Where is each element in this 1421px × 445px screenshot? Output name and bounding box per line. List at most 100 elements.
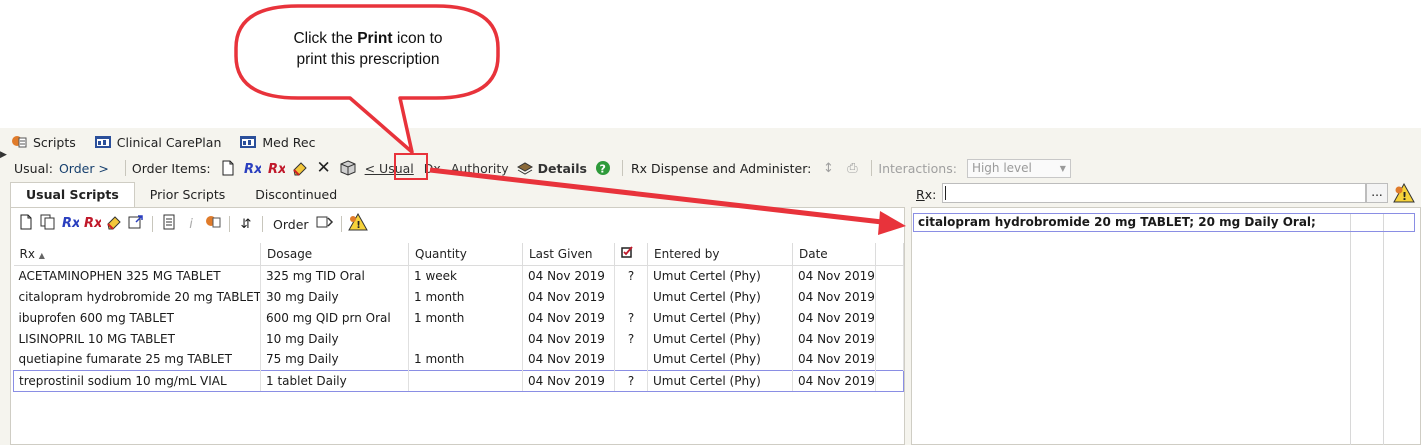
rx-blue-icon[interactable]: Rx [60, 214, 81, 234]
eraser-icon[interactable] [289, 158, 311, 178]
cell-flag: ? [614, 328, 648, 349]
rx-red-icon[interactable]: Rx [82, 214, 103, 234]
info-icon[interactable]: i [181, 217, 201, 232]
rx-blue-icon[interactable]: Rx [241, 158, 263, 178]
svg-text:?: ? [599, 163, 605, 176]
interaction-warning-icon[interactable]: ! [1393, 182, 1417, 205]
table-row[interactable]: ACETAMINOPHEN 325 MG TABLET 325 mg TID Or… [13, 265, 904, 286]
col-last-given[interactable]: Last Given [522, 243, 615, 266]
svg-text:!: ! [1402, 190, 1407, 203]
rx-label: Rx: [916, 187, 937, 202]
cell-last-given: 04 Nov 2019 [522, 265, 615, 286]
toolbar-divider [871, 160, 873, 176]
cell-flag: ? [614, 307, 648, 328]
cell-rx: LISINOPRIL 10 MG TABLET [13, 328, 261, 349]
dispense-icon[interactable]: ↕ [817, 158, 839, 178]
tab-medrec-label: Med Rec [262, 134, 316, 150]
copy-icon[interactable] [38, 214, 58, 234]
toolbar-divider [229, 216, 230, 232]
order-items-label: Order Items: [131, 160, 211, 176]
col-quantity[interactable]: Quantity [408, 243, 523, 266]
cell-filler [875, 286, 904, 307]
cell-entered-by: Umut Certel (Phy) [647, 369, 793, 392]
delete-icon[interactable]: ✕ [313, 158, 335, 178]
cell-date: 04 Nov 2019 [792, 265, 876, 286]
cell-quantity [408, 328, 523, 349]
tab-discontinued[interactable]: Discontinued [240, 183, 352, 207]
col-entered-by[interactable]: Entered by [647, 243, 793, 266]
toolbar-divider [262, 216, 263, 232]
interactions-label: Interactions: [878, 160, 957, 176]
scripts-subtabs: Usual Scripts Prior Scripts Discontinued [10, 181, 352, 207]
table-row[interactable]: ibuprofen 600 mg TABLET 600 mg QID prn Or… [13, 307, 904, 328]
usual-label: Usual: [14, 160, 53, 176]
usual-order-link[interactable]: Order > [59, 161, 109, 176]
col-rx[interactable]: Rx ▲ [13, 243, 261, 266]
list-toolbar: Rx Rx i ⇵ Order ! [16, 212, 368, 235]
rx-ellipsis-button[interactable]: ... [1366, 183, 1388, 203]
rx-red-icon[interactable]: Rx [265, 158, 287, 178]
cell-quantity: 1 month [408, 286, 523, 307]
order-button[interactable]: Order [273, 217, 309, 232]
export-icon[interactable] [126, 214, 146, 234]
notes-icon[interactable] [159, 214, 179, 234]
cell-filler [875, 307, 904, 328]
col-date[interactable]: Date [792, 243, 876, 266]
col-flag[interactable] [614, 243, 648, 266]
scripts-icon [10, 134, 28, 150]
checkbox-flag-icon [621, 246, 633, 261]
cell-filler [875, 369, 904, 392]
new-document-icon[interactable] [16, 214, 36, 234]
rx-selected-item[interactable]: citalopram hydrobromide 20 mg TABLET; 20… [913, 213, 1415, 232]
order-arrange-icon[interactable] [315, 214, 335, 234]
details-button[interactable]: Details [538, 161, 587, 176]
toolbar-divider [152, 216, 153, 232]
interaction-warning-icon[interactable]: ! [347, 212, 368, 235]
callout-text: Click the Print icon to print this presc… [293, 30, 443, 68]
cell-date: 04 Nov 2019 [792, 286, 876, 307]
svg-text:Rx: Rx [268, 162, 285, 176]
cell-rx: quetiapine fumarate 25 mg TABLET [13, 349, 261, 370]
table-row[interactable]: citalopram hydrobromide 20 mg TABLET 30 m… [13, 286, 904, 307]
cell-quantity: 1 month [408, 307, 523, 328]
authority-button[interactable]: Authority [451, 161, 509, 176]
toolbar-divider [124, 160, 126, 176]
cell-dosage: 600 mg QID prn Oral [260, 307, 409, 328]
table-row[interactable]: treprostinil sodium 10 mg/mL VIAL 1 table… [13, 369, 904, 392]
interactions-select[interactable]: High level ▼ [966, 158, 1071, 178]
tab-prior-scripts[interactable]: Prior Scripts [135, 183, 240, 207]
eraser-icon[interactable] [104, 214, 124, 234]
cell-entered-by: Umut Certel (Phy) [647, 307, 793, 328]
cell-filler [875, 265, 904, 286]
administer-print-icon[interactable]: ⎙ [841, 158, 863, 178]
rx-list-panel [911, 207, 1421, 445]
print-icon[interactable] [337, 158, 359, 178]
cell-last-given: 04 Nov 2019 [522, 286, 615, 307]
svg-text:!: ! [356, 220, 361, 231]
sort-icon[interactable]: ⇵ [236, 217, 256, 232]
cell-rx: citalopram hydrobromide 20 mg TABLET [13, 286, 261, 307]
tab-clinical-careplan[interactable]: Clinical CarePlan [94, 134, 221, 150]
splitter-handle[interactable]: ▶ [0, 150, 8, 160]
cell-filler [875, 349, 904, 370]
cell-quantity [408, 369, 523, 392]
tab-med-rec[interactable]: Med Rec [239, 134, 315, 150]
order-toolbar: Usual: Order > Order Items: Rx Rx ✕ < Us… [14, 157, 1071, 179]
print-highlight-box [394, 153, 428, 180]
table-row[interactable]: LISINOPRIL 10 MG TABLET 10 mg Daily 04 Nov… [13, 328, 904, 349]
table-row[interactable]: quetiapine fumarate 25 mg TABLET 75 mg Da… [13, 349, 904, 370]
tab-usual-scripts[interactable]: Usual Scripts [10, 182, 135, 207]
cell-last-given: 04 Nov 2019 [522, 349, 615, 370]
cell-dosage: 325 mg TID Oral [260, 265, 409, 286]
details-icon [514, 158, 536, 178]
new-document-icon[interactable] [217, 158, 239, 178]
cell-last-given: 04 Nov 2019 [522, 307, 615, 328]
dispense-label: Rx Dispense and Administer: [630, 160, 812, 176]
col-dosage[interactable]: Dosage [260, 243, 409, 266]
rx-input[interactable] [942, 183, 1366, 203]
cell-entered-by: Umut Certel (Phy) [647, 265, 793, 286]
scripts-icon[interactable] [203, 215, 223, 233]
help-icon[interactable]: ? [592, 158, 614, 178]
tab-scripts-label: Scripts [33, 134, 76, 150]
tab-scripts[interactable]: Scripts [10, 134, 76, 150]
